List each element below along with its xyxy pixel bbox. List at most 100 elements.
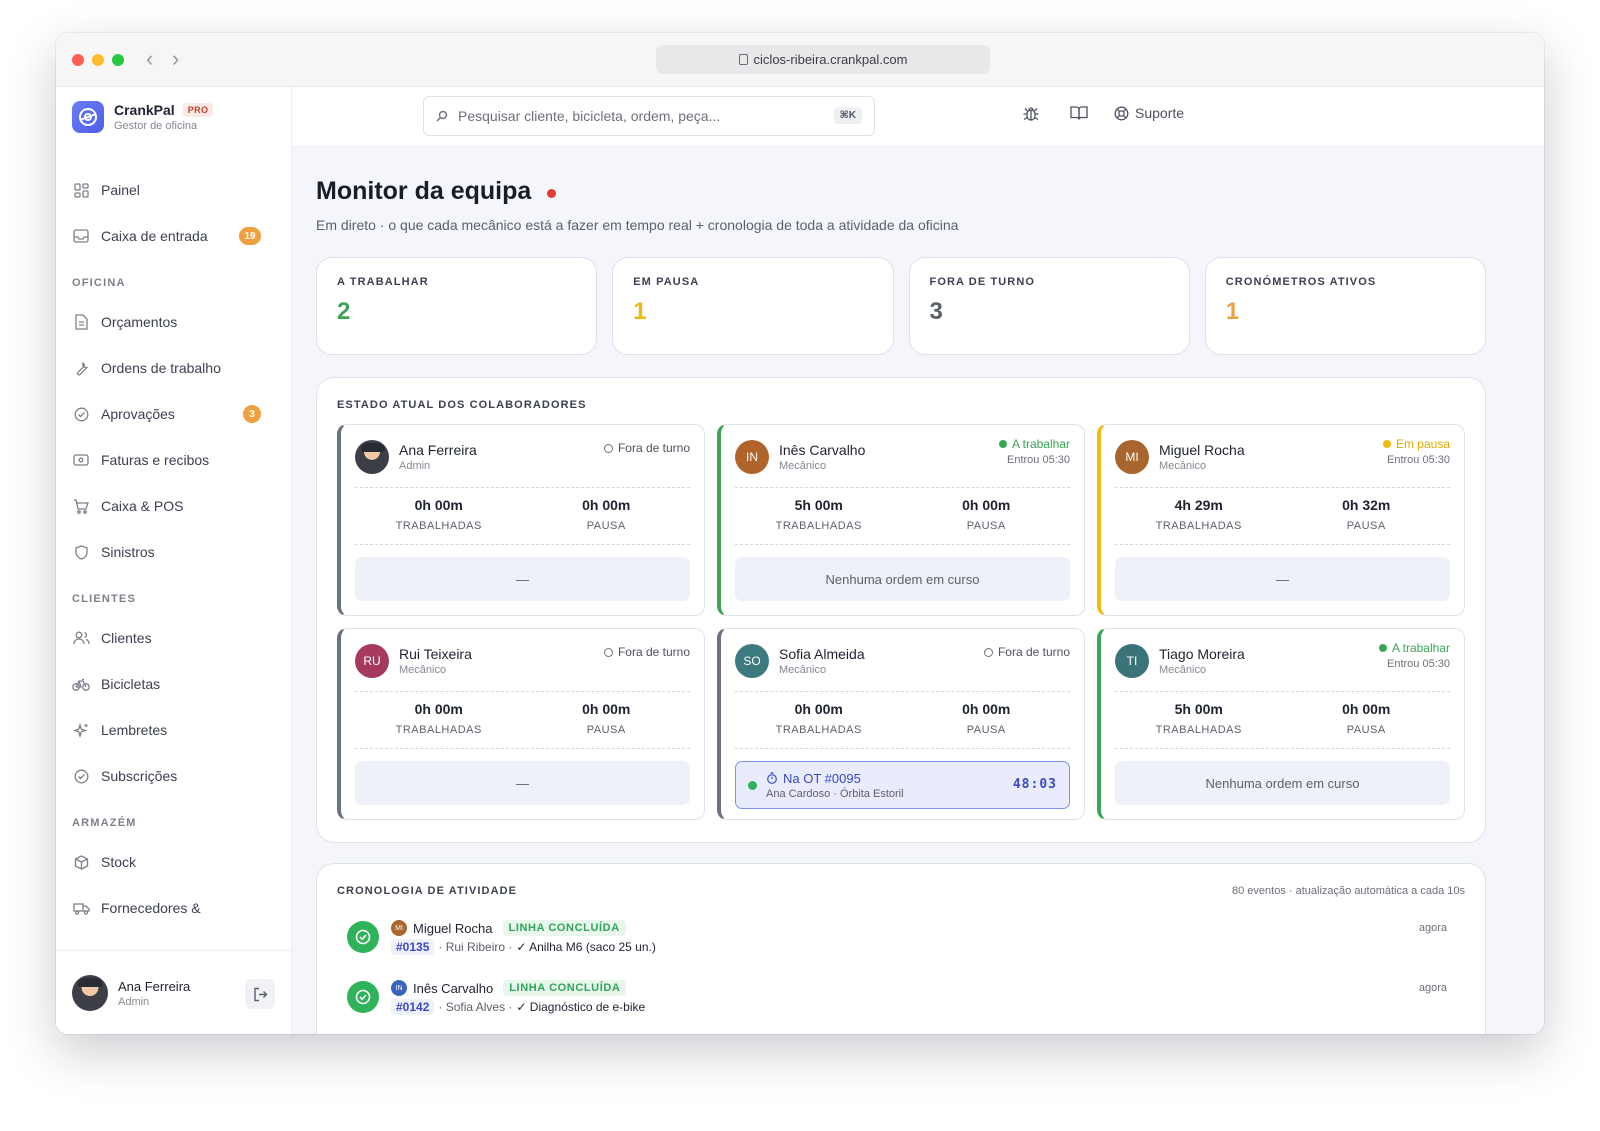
member-role: Mecânico xyxy=(1159,664,1207,676)
current-activity: Nenhuma ordem em curso xyxy=(735,557,1070,601)
sidebar-item-caixa[interactable]: Caixa & POS xyxy=(56,483,291,529)
main-content: Monitor da equipa Em direto · o que cada… xyxy=(292,147,1544,1034)
support-button[interactable]: Suporte xyxy=(1114,105,1184,121)
bug-report-icon[interactable] xyxy=(1022,105,1040,128)
event-user: Miguel Rocha xyxy=(413,920,493,936)
browser-window: ‹ › ciclos-ribeira.crankpal.com CrankPal… xyxy=(56,33,1544,1034)
sidebar-item-label: Subscrições xyxy=(101,768,178,784)
current-user[interactable]: Ana Ferreira Admin xyxy=(72,975,190,1011)
status-text: Fora de turno xyxy=(617,645,690,659)
section-label-armazem: ARMAZÉM xyxy=(72,817,137,829)
sidebar-item-subscricoes[interactable]: Subscrições xyxy=(56,753,291,799)
search-placeholder: Pesquisar cliente, bicicleta, ordem, peç… xyxy=(458,108,721,124)
check-circle-icon xyxy=(72,405,90,423)
pause-label: PAUSA xyxy=(966,520,1006,532)
running-dot-icon xyxy=(748,781,757,790)
sidebar-item-label: Fornecedores & xyxy=(101,900,201,916)
pause-value: 0h 32m xyxy=(1342,497,1391,513)
stats-row: A TRABALHAR 2 EM PAUSA 1 FORA DE TURNO 3… xyxy=(316,257,1486,355)
dashboard-icon xyxy=(72,181,90,199)
status-badge: A trabalhar Entrou 05:30 xyxy=(998,437,1070,466)
users-icon xyxy=(72,629,90,647)
pause-label: PAUSA xyxy=(1346,724,1386,736)
page-subtitle: Em direto · o que cada mecânico está a f… xyxy=(316,217,959,233)
working-dot-icon xyxy=(998,440,1007,448)
order-link[interactable]: #0135 xyxy=(391,939,435,955)
off-shift-icon xyxy=(603,647,613,657)
order-link[interactable]: #0142 xyxy=(391,999,435,1015)
sidebar: CrankPal PRO Gestor de oficina Painel Cai… xyxy=(56,87,292,1034)
stat-label: A TRABALHAR xyxy=(337,276,429,288)
sidebar-item-sinistros[interactable]: Sinistros xyxy=(56,529,291,575)
timeline-event[interactable]: MI Miguel Rocha LINHA CONCLUÍDA #0135 · … xyxy=(347,918,1447,968)
status-text: A trabalhar xyxy=(1011,437,1070,451)
sidebar-item-ordens[interactable]: Ordens de trabalho xyxy=(56,345,291,391)
back-arrow-icon[interactable]: ‹ xyxy=(146,46,153,72)
current-activity: Nenhuma ordem em curso xyxy=(1115,761,1450,805)
status-text: Em pausa xyxy=(1395,437,1450,451)
address-bar[interactable]: ciclos-ribeira.crankpal.com xyxy=(656,45,990,74)
member-name: Miguel Rocha xyxy=(1159,442,1245,458)
pro-badge: PRO xyxy=(182,103,214,117)
logout-button[interactable] xyxy=(245,979,275,1009)
live-indicator xyxy=(547,189,557,198)
event-client: · Sofia Alves · xyxy=(438,1000,513,1014)
sidebar-item-label: Sinistros xyxy=(101,544,155,560)
status-text: A trabalhar xyxy=(1391,641,1450,655)
sidebar-item-faturas[interactable]: Faturas e recibos xyxy=(56,437,291,483)
close-window-button[interactable] xyxy=(72,54,84,66)
sidebar-item-fornecedores[interactable]: Fornecedores & xyxy=(56,885,291,931)
current-activity: — xyxy=(1115,557,1450,601)
sidebar-item-stock[interactable]: Stock xyxy=(56,839,291,885)
member-card[interactable]: Ana Ferreira Admin Fora de turno 0h 00m T… xyxy=(337,424,705,616)
status-since: Entrou 05:30 xyxy=(1387,658,1450,670)
stat-card-working: A TRABALHAR 2 xyxy=(316,257,598,355)
line-completed-icon xyxy=(347,921,379,953)
sidebar-item-inbox[interactable]: Caixa de entrada 19 xyxy=(56,213,291,259)
maximize-window-button[interactable] xyxy=(112,54,124,66)
sidebar-item-lembretes[interactable]: Lembretes xyxy=(56,707,291,753)
avatar: SO xyxy=(735,644,769,678)
sidebar-item-bicicletas[interactable]: Bicicletas xyxy=(56,661,291,707)
forward-arrow-icon[interactable]: › xyxy=(172,46,179,72)
off-shift-icon xyxy=(983,647,993,657)
section-label-clientes: CLIENTES xyxy=(72,593,136,605)
member-card[interactable]: TI Tiago Moreira Mecânico A trabalhar En… xyxy=(1097,628,1465,820)
sidebar-item-label: Clientes xyxy=(101,630,152,646)
approvals-count-badge: 3 xyxy=(243,405,261,423)
sidebar-item-label: Orçamentos xyxy=(101,314,178,330)
docs-book-icon[interactable] xyxy=(1070,105,1088,126)
member-card[interactable]: MI Miguel Rocha Mecânico Em pausa Entrou… xyxy=(1097,424,1465,616)
stat-value: 2 xyxy=(337,298,351,325)
brand[interactable]: CrankPal PRO Gestor de oficina xyxy=(72,101,214,133)
worked-label: TRABALHADAS xyxy=(395,724,482,736)
timeline-event[interactable]: IN Inês Carvalho LINHA CONCLUÍDA #0142 ·… xyxy=(347,978,1447,1028)
worked-label: TRABALHADAS xyxy=(775,724,862,736)
sidebar-item-aprovacoes[interactable]: Aprovações 3 xyxy=(56,391,291,437)
sidebar-item-orcamentos[interactable]: Orçamentos xyxy=(56,299,291,345)
status-badge: Fora de turno xyxy=(983,645,1070,659)
search-input[interactable]: Pesquisar cliente, bicicleta, ordem, peç… xyxy=(423,96,875,136)
paused-dot-icon xyxy=(1382,440,1391,448)
stopwatch-icon xyxy=(767,772,777,784)
sidebar-item-label: Bicicletas xyxy=(101,676,161,692)
member-card[interactable]: SO Sofia Almeida Mecânico Fora de turno … xyxy=(717,628,1085,820)
sidebar-item-clientes[interactable]: Clientes xyxy=(56,615,291,661)
member-card[interactable]: RU Rui Teixeira Mecânico Fora de turno 0… xyxy=(337,628,705,820)
sidebar-item-label: Caixa de entrada xyxy=(101,228,208,244)
pause-value: 0h 00m xyxy=(1342,701,1391,717)
shield-icon xyxy=(72,543,90,561)
worked-value: 0h 00m xyxy=(414,701,463,717)
page-title: Monitor da equipa xyxy=(316,177,557,206)
pause-label: PAUSA xyxy=(586,520,626,532)
document-icon xyxy=(72,313,90,331)
active-order[interactable]: Na OT #0095 Ana Cardoso · Órbita Estoril… xyxy=(735,761,1070,809)
brand-name: CrankPal xyxy=(114,102,175,118)
member-card[interactable]: IN Inês Carvalho Mecânico A trabalhar En… xyxy=(717,424,1085,616)
stat-card-paused: EM PAUSA 1 xyxy=(612,257,894,355)
sidebar-item-painel[interactable]: Painel xyxy=(56,167,291,213)
member-role: Mecânico xyxy=(399,664,447,676)
minimize-window-button[interactable] xyxy=(92,54,104,66)
logout-icon xyxy=(253,987,267,1001)
member-role: Mecânico xyxy=(779,460,827,472)
